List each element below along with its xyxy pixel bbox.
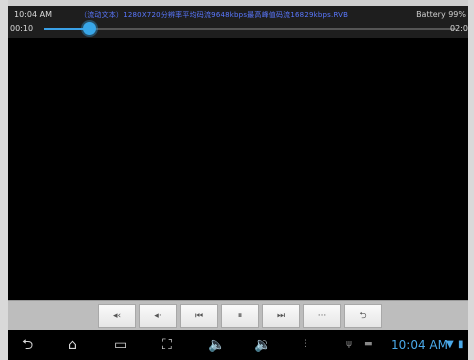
pause-button[interactable]: ⏸ — [221, 304, 259, 328]
next-icon: ⏭ — [276, 311, 286, 321]
navigation-bar: ⮌ ⌂ ▭ ⛶ 🔈 🔉 ⋮ ψ ▬ 10:04 AM ▼ ▮ — [8, 330, 468, 360]
control-buttons: ◂‹ ◂· ⏮ ⏸ ⏭ ··· ⮌ — [98, 304, 382, 328]
seek-thumb[interactable] — [83, 22, 97, 35]
more-icon: ··· — [317, 311, 327, 321]
elapsed-time: 00:10 — [10, 24, 34, 33]
rewind-icon: ◂‹ — [112, 311, 122, 321]
clock: 10:04 AM — [391, 338, 448, 352]
battery-status: Battery 99% — [416, 10, 466, 19]
device-bezel-left — [0, 0, 8, 360]
device-bezel-right — [468, 0, 474, 360]
notification-icon: ▬ — [364, 339, 373, 349]
return-button[interactable]: ⮌ — [344, 304, 382, 328]
step-back-button[interactable]: ◂· — [139, 304, 177, 328]
wifi-icon: ▼ — [446, 339, 454, 350]
seek-bar[interactable] — [44, 22, 456, 35]
video-info-marquee: （流动文本）1280X720分辨率平均码流9648kbps最高峰值码流16829… — [80, 11, 349, 19]
more-button[interactable]: ··· — [303, 304, 341, 328]
next-button[interactable]: ⏭ — [262, 304, 300, 328]
total-duration: 02:0 — [450, 24, 468, 33]
step-back-icon: ◂· — [154, 311, 162, 321]
volume-down-icon[interactable]: 🔈 — [208, 336, 225, 354]
player-top-bar: 10:04 AM （流动文本）1280X720分辨率平均码流9648kbps最高… — [8, 6, 468, 38]
playback-controls: ◂‹ ◂· ⏮ ⏸ ⏭ ··· ⮌ — [8, 300, 468, 331]
status-time: 10:04 AM — [14, 10, 52, 19]
previous-button[interactable]: ⏮ — [180, 304, 218, 328]
back-icon[interactable]: ⮌ — [22, 336, 33, 354]
rewind-button[interactable]: ◂‹ — [98, 304, 136, 328]
pause-icon: ⏸ — [237, 311, 243, 321]
video-surface[interactable] — [8, 38, 468, 300]
home-icon[interactable]: ⌂ — [68, 336, 77, 354]
recent-apps-icon[interactable]: ▭ — [114, 336, 127, 354]
previous-icon: ⏮ — [194, 311, 204, 321]
volume-up-icon[interactable]: 🔉 — [254, 336, 271, 354]
screenshot-icon[interactable]: ⛶ — [162, 336, 172, 354]
usb-icon: ψ — [346, 339, 352, 349]
return-icon: ⮌ — [359, 311, 367, 321]
battery-icon: ▮ — [458, 339, 464, 350]
menu-icon[interactable]: ⋮ — [301, 339, 310, 349]
